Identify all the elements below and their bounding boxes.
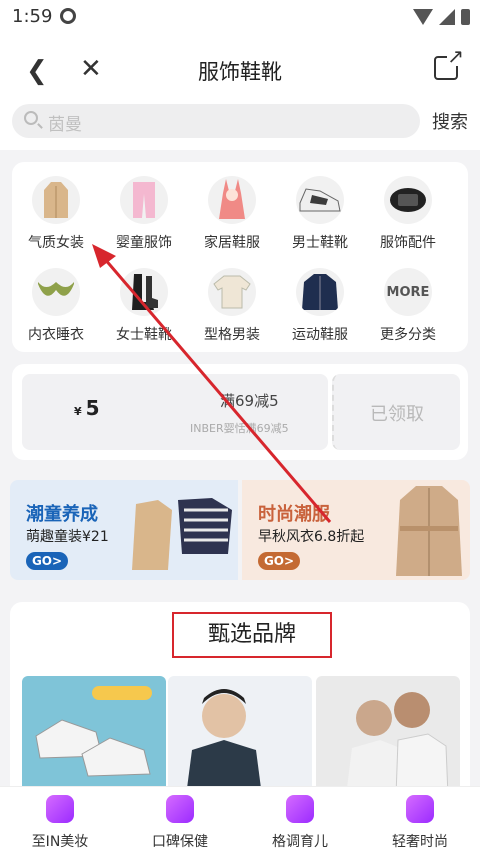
bunny-outfit-icon: [208, 176, 256, 224]
wifi-icon: [413, 9, 433, 25]
bra-icon: [32, 268, 80, 316]
brand-card-men[interactable]: [168, 676, 312, 796]
belt-icon: [384, 176, 432, 224]
more-icon-text: MORE: [386, 284, 430, 300]
status-bar: 1:59: [0, 0, 480, 34]
tab-health[interactable]: 口碑保健: [120, 787, 240, 853]
signal-icon: [439, 9, 455, 25]
category-more[interactable]: MORE 更多分类: [364, 268, 452, 344]
banner-kids[interactable]: 潮童养成 萌趣童装¥21 GO>: [10, 480, 238, 580]
search-placeholder: 茵曼: [48, 115, 82, 135]
banner-fashion[interactable]: 时尚潮服 早秋风衣6.8折起 GO>: [242, 480, 470, 580]
more-icon: MORE: [384, 268, 432, 316]
category-label: 女士鞋靴: [116, 327, 172, 343]
tab-beauty[interactable]: 至IN美妆: [0, 787, 120, 853]
tab-label: 格调育儿: [272, 834, 328, 850]
status-time: 1:59: [12, 6, 53, 27]
search-input[interactable]: 茵曼: [12, 104, 420, 138]
category-womens-wear[interactable]: 气质女装: [12, 176, 100, 252]
kids-clothes-image: [132, 498, 232, 570]
trench-coat-image: [396, 486, 462, 576]
banner-subtitle: 早秋风衣6.8折起: [258, 529, 365, 545]
category-underwear[interactable]: 内衣睡衣: [12, 268, 100, 344]
sweater-icon: [208, 268, 256, 316]
handbag-icon: [406, 795, 434, 823]
sneaker-icon: [296, 176, 344, 224]
jacket-icon: [296, 268, 344, 316]
category-label: 更多分类: [380, 327, 436, 343]
coupon-value: 5: [85, 396, 100, 420]
tab-parenting[interactable]: 格调育儿: [240, 787, 360, 853]
notification-icon: [60, 8, 76, 24]
search-row: 茵曼 搜索: [0, 104, 480, 150]
coupon-title: 满69减5: [220, 392, 279, 410]
currency-symbol: ¥: [74, 405, 82, 418]
category-label: 家居鞋服: [204, 235, 260, 251]
coupon-desc: INBER婴恬满69减5: [190, 422, 289, 435]
category-label: 气质女装: [28, 235, 84, 251]
category-kids-wear[interactable]: 婴童服饰: [100, 176, 188, 252]
brand-card-couple[interactable]: [316, 676, 460, 796]
category-label: 男士鞋靴: [292, 235, 348, 251]
battery-icon: [461, 9, 470, 25]
coupon-info: ¥5 满69减5 INBER婴恬满69减5: [22, 374, 328, 450]
category-sportswear[interactable]: 运动鞋服: [276, 268, 364, 344]
baby-bottle-icon: [286, 795, 314, 823]
tab-label: 口碑保健: [152, 834, 208, 850]
top-navbar: ❮ ✕ 服饰鞋靴: [0, 34, 480, 104]
share-icon[interactable]: [434, 46, 464, 80]
category-home-wear[interactable]: 家居鞋服: [188, 176, 276, 252]
category-label: 婴童服饰: [116, 235, 172, 251]
coupon-amount: ¥5: [74, 396, 100, 420]
coupon-card: ¥5 满69减5 INBER婴恬满69减5 已领取: [12, 364, 468, 460]
brand-card-shoes[interactable]: [22, 676, 166, 796]
tab-luxury[interactable]: 轻奢时尚: [360, 787, 480, 853]
category-label: 服饰配件: [380, 235, 436, 251]
go-button[interactable]: GO>: [26, 552, 68, 570]
coat-icon: [32, 176, 80, 224]
status-icons: [413, 9, 470, 25]
lotion-bottle-icon: [46, 795, 74, 823]
search-button[interactable]: 搜索: [432, 108, 468, 134]
bottom-tab-bar: 至IN美妆 口碑保健 格调育儿 轻奢时尚: [0, 786, 480, 853]
category-mens-shoes[interactable]: 男士鞋靴: [276, 176, 364, 252]
heart-jar-icon: [166, 795, 194, 823]
pants-icon: [120, 176, 168, 224]
tab-label: 轻奢时尚: [392, 834, 448, 850]
coupon-status: 已领取: [370, 404, 424, 425]
tab-label: 至IN美妆: [31, 834, 89, 850]
search-icon: [24, 111, 38, 125]
brand-section-title: 甄选品牌: [172, 612, 332, 658]
category-label: 型格男装: [204, 327, 260, 343]
category-mens-wear[interactable]: 型格男装: [188, 268, 276, 344]
category-grid: 气质女装 婴童服饰 家居鞋服 男士鞋靴 服饰配件 内衣睡衣 女士鞋靴 型格男装 …: [12, 162, 468, 352]
go-button[interactable]: GO>: [258, 552, 300, 570]
category-womens-shoes[interactable]: 女士鞋靴: [100, 268, 188, 344]
banner-subtitle: 萌趣童装¥21: [26, 529, 109, 545]
boots-icon: [120, 268, 168, 316]
category-label: 运动鞋服: [292, 327, 348, 343]
page-title: 服饰鞋靴: [198, 60, 282, 84]
category-accessories[interactable]: 服饰配件: [364, 176, 452, 252]
category-label: 内衣睡衣: [28, 327, 84, 343]
banner-title: 潮童养成: [26, 504, 98, 525]
coupon-claimed-button[interactable]: 已领取: [332, 374, 460, 450]
couple-image: [346, 692, 449, 796]
banner-title: 时尚潮服: [258, 504, 330, 525]
sneakers-image: [35, 686, 152, 777]
man-portrait-image: [186, 689, 262, 796]
